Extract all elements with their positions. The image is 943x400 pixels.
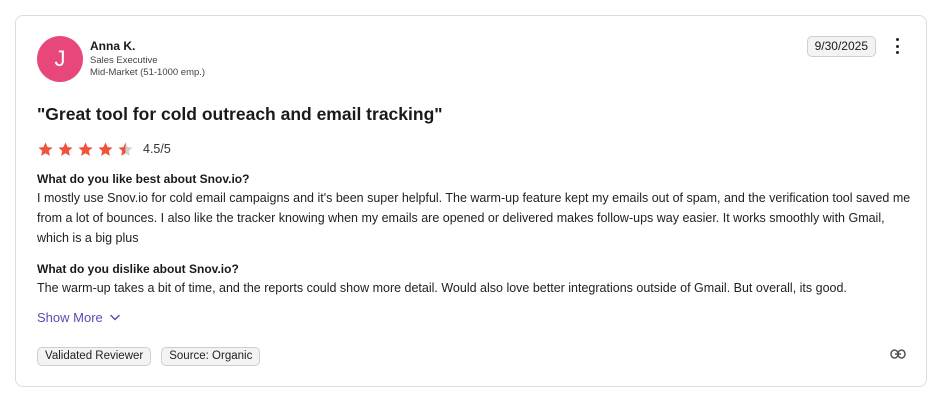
review-title: "Great tool for cold outreach and email … [37, 104, 443, 124]
show-more-label: Show More [37, 310, 103, 325]
star-icon [98, 141, 113, 156]
avatar-letter: J [54, 46, 66, 71]
more-options-icon[interactable] [893, 38, 901, 54]
star-icon [78, 141, 93, 156]
answer-like: I mostly use Snov.io for cold email camp… [37, 191, 911, 245]
star-icon [38, 141, 53, 156]
link-icon[interactable] [890, 349, 906, 359]
avatar: J [37, 36, 83, 82]
star-rating: 4.5/5 [37, 140, 171, 158]
review-tags: Validated Reviewer Source: Organic [37, 347, 270, 366]
reviewer-name: Anna K. [90, 39, 136, 53]
tag-source: Source: Organic [161, 347, 261, 366]
chevron-down-icon [110, 314, 120, 321]
reviewer-info: Anna K. Sales Executive Mid-Market (51-1… [90, 39, 205, 79]
tag-validated-reviewer: Validated Reviewer [37, 347, 152, 366]
question-like: What do you like best about Snov.io? [37, 172, 250, 186]
review-date-badge: 9/30/2025 [806, 36, 876, 57]
star-icon [118, 141, 133, 156]
rating-text: 4.5/5 [143, 142, 171, 156]
star-icon [58, 141, 73, 156]
stars-container [37, 141, 137, 158]
show-more-button[interactable]: Show More [37, 310, 120, 325]
question-dislike: What do you dislike about Snov.io? [37, 262, 239, 276]
reviewer-role: Sales Executive [90, 55, 158, 66]
review-card: J Anna K. Sales Executive Mid-Market (51… [15, 15, 927, 387]
reviewer-segment: Mid-Market (51-1000 emp.) [90, 67, 206, 78]
answer-dislike: The warm-up takes a bit of time, and the… [37, 281, 847, 295]
